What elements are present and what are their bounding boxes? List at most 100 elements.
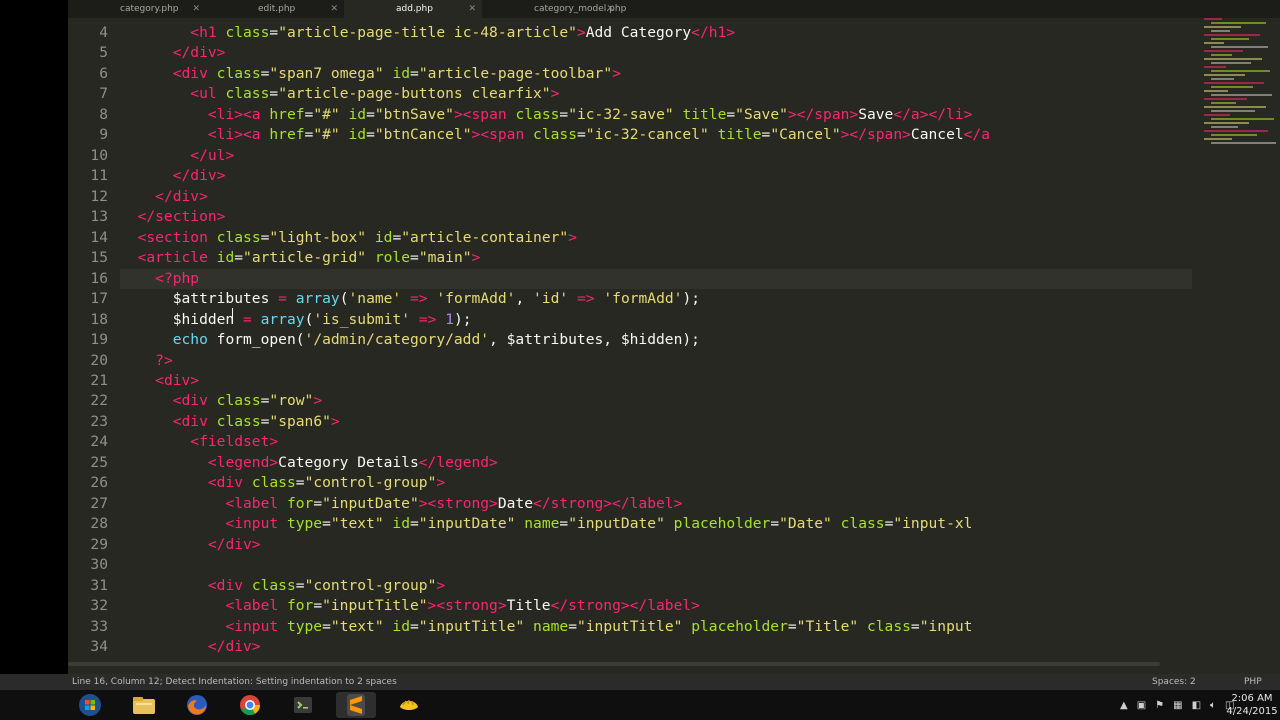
code-token: form_open(: [207, 331, 305, 349]
code-line[interactable]: <div class="control-group">: [120, 576, 1192, 596]
code-token: "text": [330, 515, 384, 533]
tab-label: category.php: [120, 4, 179, 14]
code-token: $hidden: [172, 310, 235, 328]
code-area[interactable]: <h1 class="article-page-title ic-48-arti…: [120, 23, 1192, 658]
code-line[interactable]: <ul class="article-page-buttons clearfix…: [120, 84, 1192, 104]
line-number: 29: [90, 535, 108, 553]
tab-edit-php[interactable]: edit.php ✕: [206, 0, 344, 18]
code-token: );: [682, 290, 701, 308]
line-number: 15: [90, 249, 108, 267]
code-token: >: [436, 576, 446, 594]
code-line[interactable]: <?php: [120, 268, 1192, 290]
code-line[interactable]: </div>: [120, 166, 1192, 186]
close-icon[interactable]: ✕: [192, 0, 200, 18]
horizontal-scrollbar[interactable]: [68, 662, 1160, 666]
indentation-status[interactable]: Spaces: 2: [1152, 674, 1196, 690]
code-line[interactable]: </section>: [120, 207, 1192, 227]
code-line[interactable]: </div>: [120, 637, 1192, 657]
tab-add-php[interactable]: add.php ✕: [344, 0, 482, 18]
code-line[interactable]: </div>: [120, 43, 1192, 63]
code-line[interactable]: <section class="light-box" id="article-c…: [120, 228, 1192, 248]
code-line[interactable]: <li><a href="#" id="btnSave"><span class…: [120, 105, 1192, 125]
code-token: <div: [172, 64, 208, 82]
line-number: 30: [90, 556, 108, 574]
minimap[interactable]: [1200, 18, 1280, 158]
close-icon[interactable]: ✕: [330, 0, 338, 18]
code-line[interactable]: <label for="inputDate"><strong>Date</str…: [120, 494, 1192, 514]
system-clock[interactable]: 2:06 AM 4/24/2015: [1224, 692, 1280, 718]
code-token: =: [295, 474, 305, 492]
code-line[interactable]: <li><a href="#" id="btnCancel"><span cla…: [120, 125, 1192, 145]
code-line[interactable]: <div>: [120, 371, 1192, 391]
code-line[interactable]: <div class="row">: [120, 391, 1192, 411]
terminal-icon[interactable]: [283, 692, 323, 718]
security-icon[interactable]: ▦: [1173, 700, 1182, 711]
code-line[interactable]: <div class="span7 omega" id="article-pag…: [120, 64, 1192, 84]
code-line[interactable]: <input type="text" id="inputDate" name="…: [120, 514, 1192, 534]
code-line[interactable]: <legend>Category Details</legend>: [120, 453, 1192, 473]
line-number: 23: [90, 412, 108, 430]
volume-icon[interactable]: 🔈︎: [1210, 700, 1216, 711]
chrome-icon[interactable]: [230, 692, 270, 718]
code-line[interactable]: $attributes = array('name' => 'formAdd',…: [120, 289, 1192, 309]
code-line[interactable]: <label for="inputTitle"><strong>Title</s…: [120, 596, 1192, 616]
code-line[interactable]: <div class="span6">: [120, 412, 1192, 432]
firefox-icon[interactable]: [177, 692, 217, 718]
code-token: ,: [489, 331, 507, 349]
pastry-app-icon[interactable]: [389, 692, 429, 718]
code-token: <div>: [155, 371, 200, 389]
code-token: =: [269, 24, 279, 41]
code-line[interactable]: </ul>: [120, 146, 1192, 166]
code-line[interactable]: $hidden = array('is_submit' => 1);: [120, 310, 1192, 330]
code-token: <fieldset>: [190, 433, 279, 451]
close-icon[interactable]: ✕: [468, 0, 476, 18]
sublime-text-icon[interactable]: [336, 692, 376, 718]
syntax-status[interactable]: PHP: [1244, 674, 1262, 690]
code-token: id: [392, 617, 410, 635]
line-number: 8: [99, 105, 108, 123]
code-line[interactable]: </div>: [120, 187, 1192, 207]
tab-category-model-php[interactable]: category_model.php ✕: [482, 0, 626, 18]
code-line[interactable]: <h1 class="article-page-title ic-48-arti…: [120, 23, 1192, 43]
show-hidden-icons-icon[interactable]: ▲: [1120, 700, 1128, 711]
close-icon[interactable]: ✕: [606, 0, 614, 18]
code-line[interactable]: <div class="control-group">: [120, 473, 1192, 493]
network-icon[interactable]: ▣: [1137, 700, 1146, 711]
code-token: =: [269, 85, 279, 103]
code-token: =: [761, 126, 771, 144]
code-line[interactable]: <fieldset>: [120, 432, 1192, 452]
windows-start-icon[interactable]: [70, 692, 110, 718]
flag-icon[interactable]: ⚑: [1155, 700, 1164, 711]
code-token: ><span: [453, 105, 507, 123]
code-line[interactable]: [120, 555, 1192, 575]
code-token: Add Category: [585, 24, 692, 41]
line-number: 28: [90, 515, 108, 533]
line-number: 20: [90, 351, 108, 369]
code-line[interactable]: </div>: [120, 535, 1192, 555]
code-token: >: [313, 392, 323, 410]
code-line[interactable]: <article id="article-grid" role="main">: [120, 248, 1192, 268]
tab-category-php[interactable]: category.php ✕: [68, 0, 206, 18]
code-line[interactable]: echo form_open('/admin/category/add', $a…: [120, 330, 1192, 350]
code-line[interactable]: ?>: [120, 351, 1192, 371]
code-token: <div: [207, 576, 244, 594]
code-token: =: [295, 576, 305, 594]
sync-icon[interactable]: ◧: [1192, 700, 1201, 711]
file-explorer-icon[interactable]: [124, 692, 164, 718]
code-line[interactable]: <input type="text" id="inputTitle" name=…: [120, 617, 1192, 637]
